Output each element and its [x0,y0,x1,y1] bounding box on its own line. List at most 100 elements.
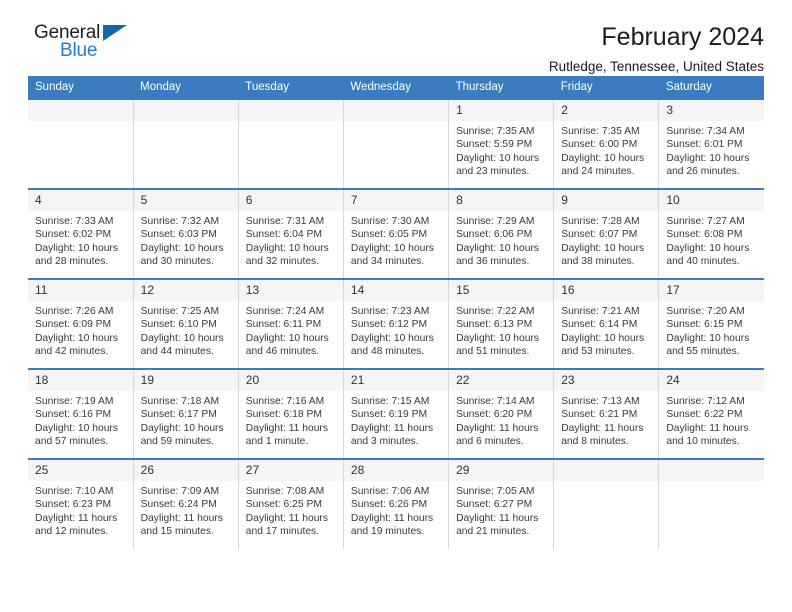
calendar-day-cell[interactable]: 7 Sunrise: 7:30 AM Sunset: 6:05 PM Daylight… [343,188,450,279]
weekday-header-tuesday: Tuesday [238,76,344,99]
day-details: Sunrise: 7:25 AM Sunset: 6:10 PM Daylight:… [134,301,238,359]
calendar-day-cell[interactable]: 15 Sunrise: 7:22 AM Sunset: 6:13 PM Dayligh… [448,278,555,369]
calendar-cell-empty [28,98,134,189]
sunrise-time: Sunrise: 7:26 AM [35,306,114,317]
sunset-time: Sunset: 6:24 PM [140,499,217,511]
sunrise-time: Sunrise: 7:27 AM [666,216,745,227]
day-cell-inner: 17 Sunrise: 7:20 AM Sunset: 6:15 PM Dayligh… [659,280,764,368]
sunrise-time: Sunrise: 7:25 AM [140,306,220,317]
calendar-day-cell[interactable]: 5 Sunrise: 7:32 AM Sunset: 6:03 PM Daylight… [133,188,239,279]
sunrise-time: Sunrise: 7:32 AM [140,216,220,227]
calendar-day-cell[interactable]: 11 Sunrise: 7:26 AM Sunset: 6:09 PM Dayligh… [28,278,134,369]
calendar-day-cell[interactable]: 27 Sunrise: 7:08 AM Sunset: 6:25 PM Dayligh… [238,458,344,549]
day-details: Sunrise: 7:06 AM Sunset: 6:26 PM Daylight:… [344,481,448,539]
calendar-day-cell[interactable]: 26 Sunrise: 7:09 AM Sunset: 6:24 PM Dayligh… [133,458,239,549]
calendar-day-cell[interactable]: 24 Sunrise: 7:12 AM Sunset: 6:22 PM Dayligh… [658,368,764,459]
day-cell-inner [28,100,133,188]
calendar-day-cell[interactable]: 4 Sunrise: 7:33 AM Sunset: 6:02 PM Daylight… [28,188,134,279]
location-subtitle: Rutledge, Tennessee, United States [548,59,764,75]
sunrise-time: Sunrise: 7:05 AM [456,486,535,497]
sunrise-time: Sunrise: 7:12 AM [666,396,745,407]
day-cell-inner: 2 Sunrise: 7:35 AM Sunset: 6:00 PM Daylight… [554,100,659,188]
sunrise-time: Sunrise: 7:14 AM [456,396,535,407]
calendar-day-cell[interactable]: 10 Sunrise: 7:27 AM Sunset: 6:08 PM Dayligh… [658,188,764,279]
day-cell-inner: 26 Sunrise: 7:09 AM Sunset: 6:24 PM Dayligh… [133,460,238,549]
day-details: Sunrise: 7:16 AM Sunset: 6:18 PM Daylight:… [239,391,343,449]
sunset-time: Sunset: 6:25 PM [245,499,322,511]
calendar-day-cell[interactable]: 18 Sunrise: 7:19 AM Sunset: 6:16 PM Dayligh… [28,368,134,459]
day-cell-inner: 6 Sunrise: 7:31 AM Sunset: 6:04 PM Daylight… [238,190,343,278]
calendar-day-cell[interactable]: 1 Sunrise: 7:35 AM Sunset: 5:59 PM Daylight… [448,98,555,189]
calendar-day-cell[interactable]: 23 Sunrise: 7:13 AM Sunset: 6:21 PM Dayligh… [553,368,660,459]
daylight-duration-line2: and 3 minutes. [350,436,419,448]
day-cell-inner: 5 Sunrise: 7:32 AM Sunset: 6:03 PM Daylight… [133,190,238,278]
sunrise-time: Sunrise: 7:06 AM [350,486,430,497]
calendar-day-cell[interactable]: 22 Sunrise: 7:14 AM Sunset: 6:20 PM Dayligh… [448,368,555,459]
day-details: Sunrise: 7:10 AM Sunset: 6:23 PM Daylight:… [28,481,133,539]
calendar-day-cell[interactable]: 8 Sunrise: 7:29 AM Sunset: 6:06 PM Daylight… [448,188,555,279]
day-number: 3 [659,100,764,121]
daylight-duration-line1: Daylight: 10 hours [350,332,434,344]
calendar-day-cell[interactable]: 14 Sunrise: 7:23 AM Sunset: 6:12 PM Dayligh… [343,278,450,369]
calendar-cell-empty [343,98,450,189]
triangle-icon [103,25,127,41]
daylight-duration-line1: Daylight: 10 hours [456,152,540,164]
calendar-week-row: 25 Sunrise: 7:10 AM Sunset: 6:23 PM Dayligh… [28,458,764,549]
daylight-duration-line2: and 32 minutes. [245,256,320,268]
day-details: Sunrise: 7:22 AM Sunset: 6:13 PM Daylight:… [449,301,553,359]
calendar-day-cell[interactable]: 3 Sunrise: 7:34 AM Sunset: 6:01 PM Daylight… [658,98,764,189]
calendar-day-cell[interactable]: 21 Sunrise: 7:15 AM Sunset: 6:19 PM Dayligh… [343,368,450,459]
day-number [238,100,343,121]
day-details: Sunrise: 7:30 AM Sunset: 6:05 PM Daylight:… [344,211,448,269]
calendar-day-cell[interactable]: 28 Sunrise: 7:06 AM Sunset: 6:26 PM Dayligh… [343,458,450,549]
calendar-day-cell[interactable]: 2 Sunrise: 7:35 AM Sunset: 6:00 PM Daylight… [553,98,660,189]
day-details: Sunrise: 7:05 AM Sunset: 6:27 PM Daylight:… [449,481,553,539]
daylight-duration-line1: Daylight: 10 hours [245,242,329,254]
sunrise-time: Sunrise: 7:08 AM [245,486,325,497]
day-cell-inner: 19 Sunrise: 7:18 AM Sunset: 6:17 PM Dayligh… [133,370,238,458]
calendar-day-cell[interactable]: 29 Sunrise: 7:05 AM Sunset: 6:27 PM Dayligh… [448,458,555,549]
sunset-time: Sunset: 6:16 PM [35,409,112,421]
day-number [659,460,764,481]
day-number: 11 [28,280,133,301]
calendar-day-cell[interactable]: 19 Sunrise: 7:18 AM Sunset: 6:17 PM Dayligh… [133,368,239,459]
calendar-day-cell[interactable]: 13 Sunrise: 7:24 AM Sunset: 6:11 PM Dayligh… [238,278,344,369]
day-cell-inner: 1 Sunrise: 7:35 AM Sunset: 5:59 PM Daylight… [449,100,554,188]
day-number: 28 [343,460,449,481]
day-cell-inner: 14 Sunrise: 7:23 AM Sunset: 6:12 PM Dayligh… [343,280,449,368]
calendar-week-row: 4 Sunrise: 7:33 AM Sunset: 6:02 PM Daylight… [28,188,764,279]
day-number: 22 [449,370,554,391]
general-blue-logo[interactable]: General Blue [28,22,148,68]
daylight-duration-line1: Daylight: 10 hours [350,242,434,254]
sunrise-time: Sunrise: 7:20 AM [666,306,745,317]
day-number: 4 [28,190,133,211]
daylight-duration-line2: and 1 minute. [245,436,309,448]
calendar-cell-empty [133,98,239,189]
daylight-duration-line1: Daylight: 10 hours [140,422,224,434]
day-details: Sunrise: 7:08 AM Sunset: 6:25 PM Daylight:… [239,481,343,539]
calendar-day-cell[interactable]: 25 Sunrise: 7:10 AM Sunset: 6:23 PM Dayligh… [28,458,134,549]
daylight-duration-line1: Daylight: 10 hours [35,332,118,344]
day-number: 12 [133,280,238,301]
calendar-day-cell[interactable]: 17 Sunrise: 7:20 AM Sunset: 6:15 PM Dayligh… [658,278,764,369]
day-number: 9 [554,190,659,211]
day-number: 7 [343,190,449,211]
daylight-duration-line1: Daylight: 11 hours [140,512,223,524]
calendar-day-cell[interactable]: 20 Sunrise: 7:16 AM Sunset: 6:18 PM Dayligh… [238,368,344,459]
calendar-day-cell[interactable]: 9 Sunrise: 7:28 AM Sunset: 6:07 PM Daylight… [553,188,660,279]
daylight-duration-line1: Daylight: 11 hours [245,512,329,524]
day-cell-inner: 28 Sunrise: 7:06 AM Sunset: 6:26 PM Dayligh… [343,460,449,549]
sunset-time: Sunset: 6:07 PM [561,229,638,241]
daylight-duration-line2: and 55 minutes. [666,346,740,358]
calendar-day-cell[interactable]: 6 Sunrise: 7:31 AM Sunset: 6:04 PM Daylight… [238,188,344,279]
calendar-day-cell[interactable]: 12 Sunrise: 7:25 AM Sunset: 6:10 PM Dayligh… [133,278,239,369]
day-cell-inner: 18 Sunrise: 7:19 AM Sunset: 6:16 PM Dayligh… [28,370,133,458]
day-details: Sunrise: 7:32 AM Sunset: 6:03 PM Daylight:… [134,211,238,269]
day-details: Sunrise: 7:24 AM Sunset: 6:11 PM Daylight:… [239,301,343,359]
day-details: Sunrise: 7:26 AM Sunset: 6:09 PM Daylight:… [28,301,133,359]
daylight-duration-line2: and 40 minutes. [666,256,740,268]
weekday-header-monday: Monday [133,76,239,99]
calendar-day-cell[interactable]: 16 Sunrise: 7:21 AM Sunset: 6:14 PM Dayligh… [553,278,660,369]
day-number: 23 [554,370,659,391]
daylight-duration-line2: and 15 minutes. [140,526,214,538]
